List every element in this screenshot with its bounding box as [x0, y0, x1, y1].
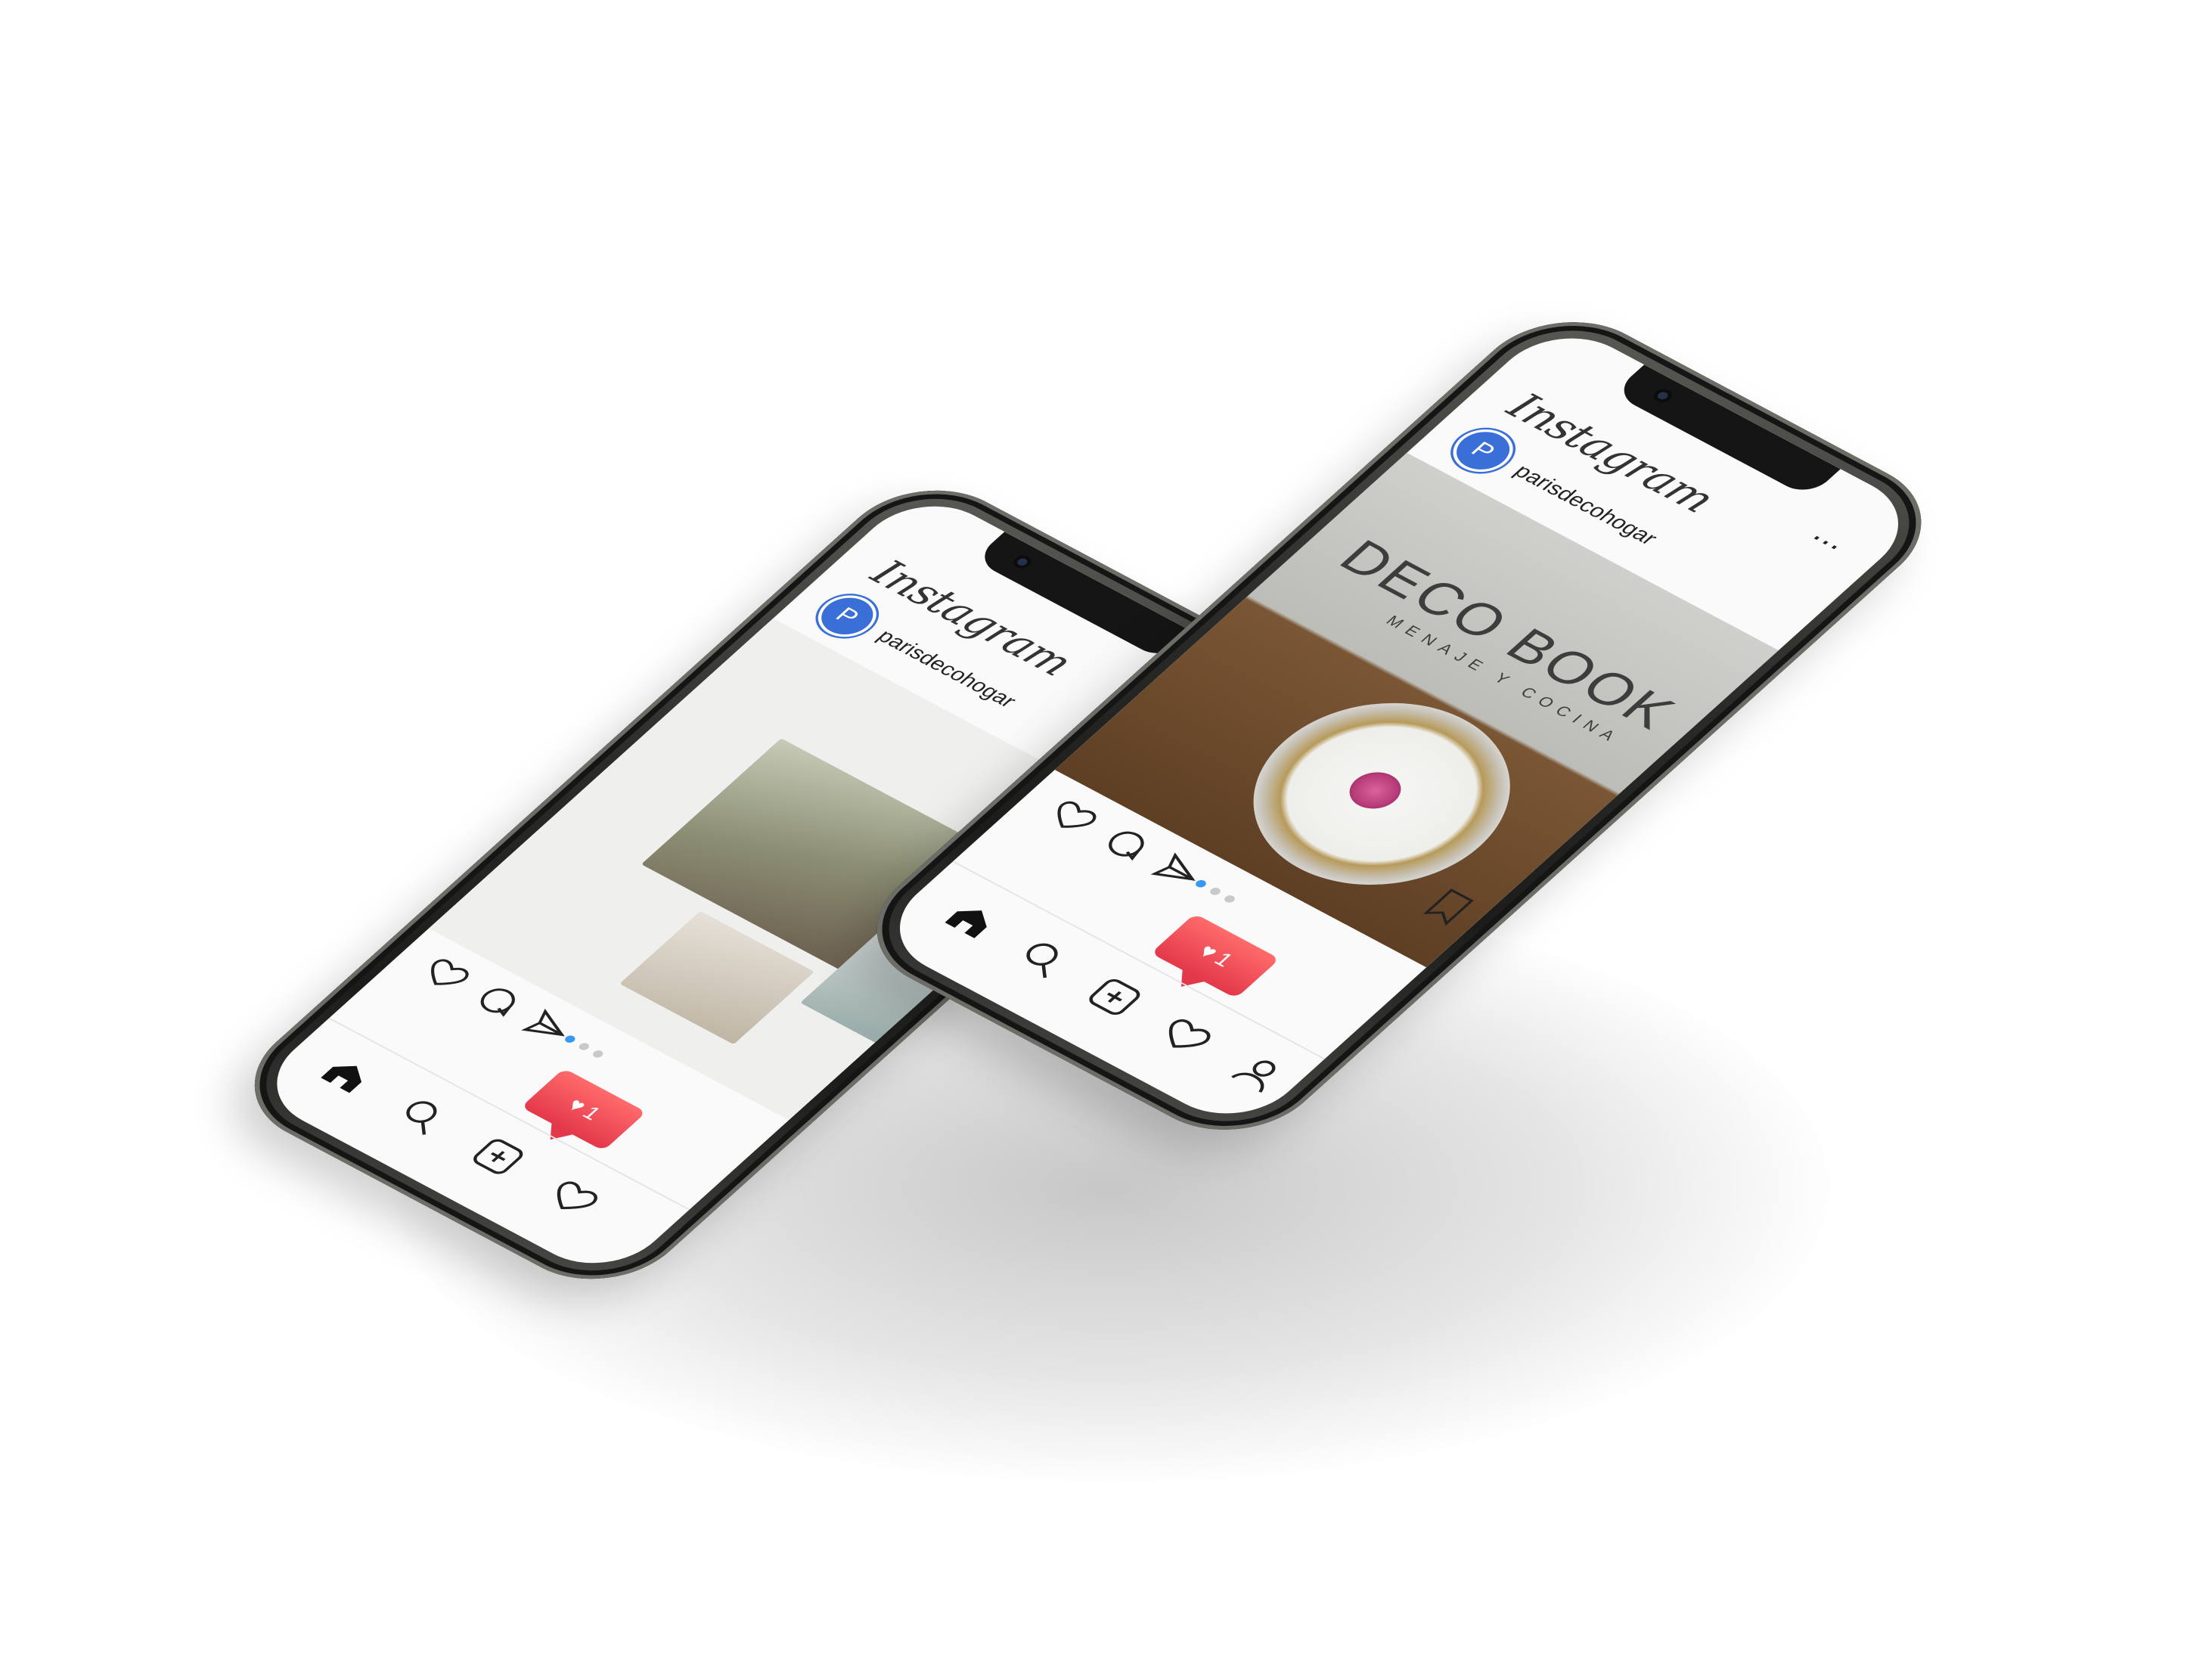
search-icon[interactable]: [387, 1091, 458, 1140]
add-post-icon[interactable]: [1078, 972, 1151, 1022]
carousel-dot: [1222, 894, 1237, 904]
profile-icon[interactable]: [1222, 1048, 1295, 1099]
avatar[interactable]: P: [811, 591, 884, 642]
comment-icon[interactable]: [1093, 820, 1160, 867]
carousel-dot: [576, 1041, 591, 1052]
front-camera: [1649, 386, 1677, 405]
more-options-icon[interactable]: ⋯: [1800, 524, 1851, 561]
add-post-icon[interactable]: [463, 1132, 533, 1181]
bookmark-icon[interactable]: [1419, 885, 1480, 929]
carousel-dot: [1208, 886, 1223, 897]
search-icon[interactable]: [1007, 933, 1079, 984]
carousel-dot: [591, 1049, 606, 1059]
home-icon[interactable]: [311, 1051, 381, 1100]
comment-icon[interactable]: [465, 978, 531, 1024]
front-camera: [1009, 553, 1035, 572]
activity-heart-icon[interactable]: [1150, 1010, 1223, 1061]
like-icon[interactable]: [414, 950, 480, 997]
carousel-dots: [1193, 878, 1237, 904]
avatar[interactable]: P: [1445, 424, 1521, 477]
like-icon[interactable]: [1040, 792, 1107, 839]
activity-heart-icon[interactable]: [539, 1172, 610, 1221]
home-icon[interactable]: [935, 895, 1007, 946]
carousel-dots: [563, 1034, 606, 1059]
